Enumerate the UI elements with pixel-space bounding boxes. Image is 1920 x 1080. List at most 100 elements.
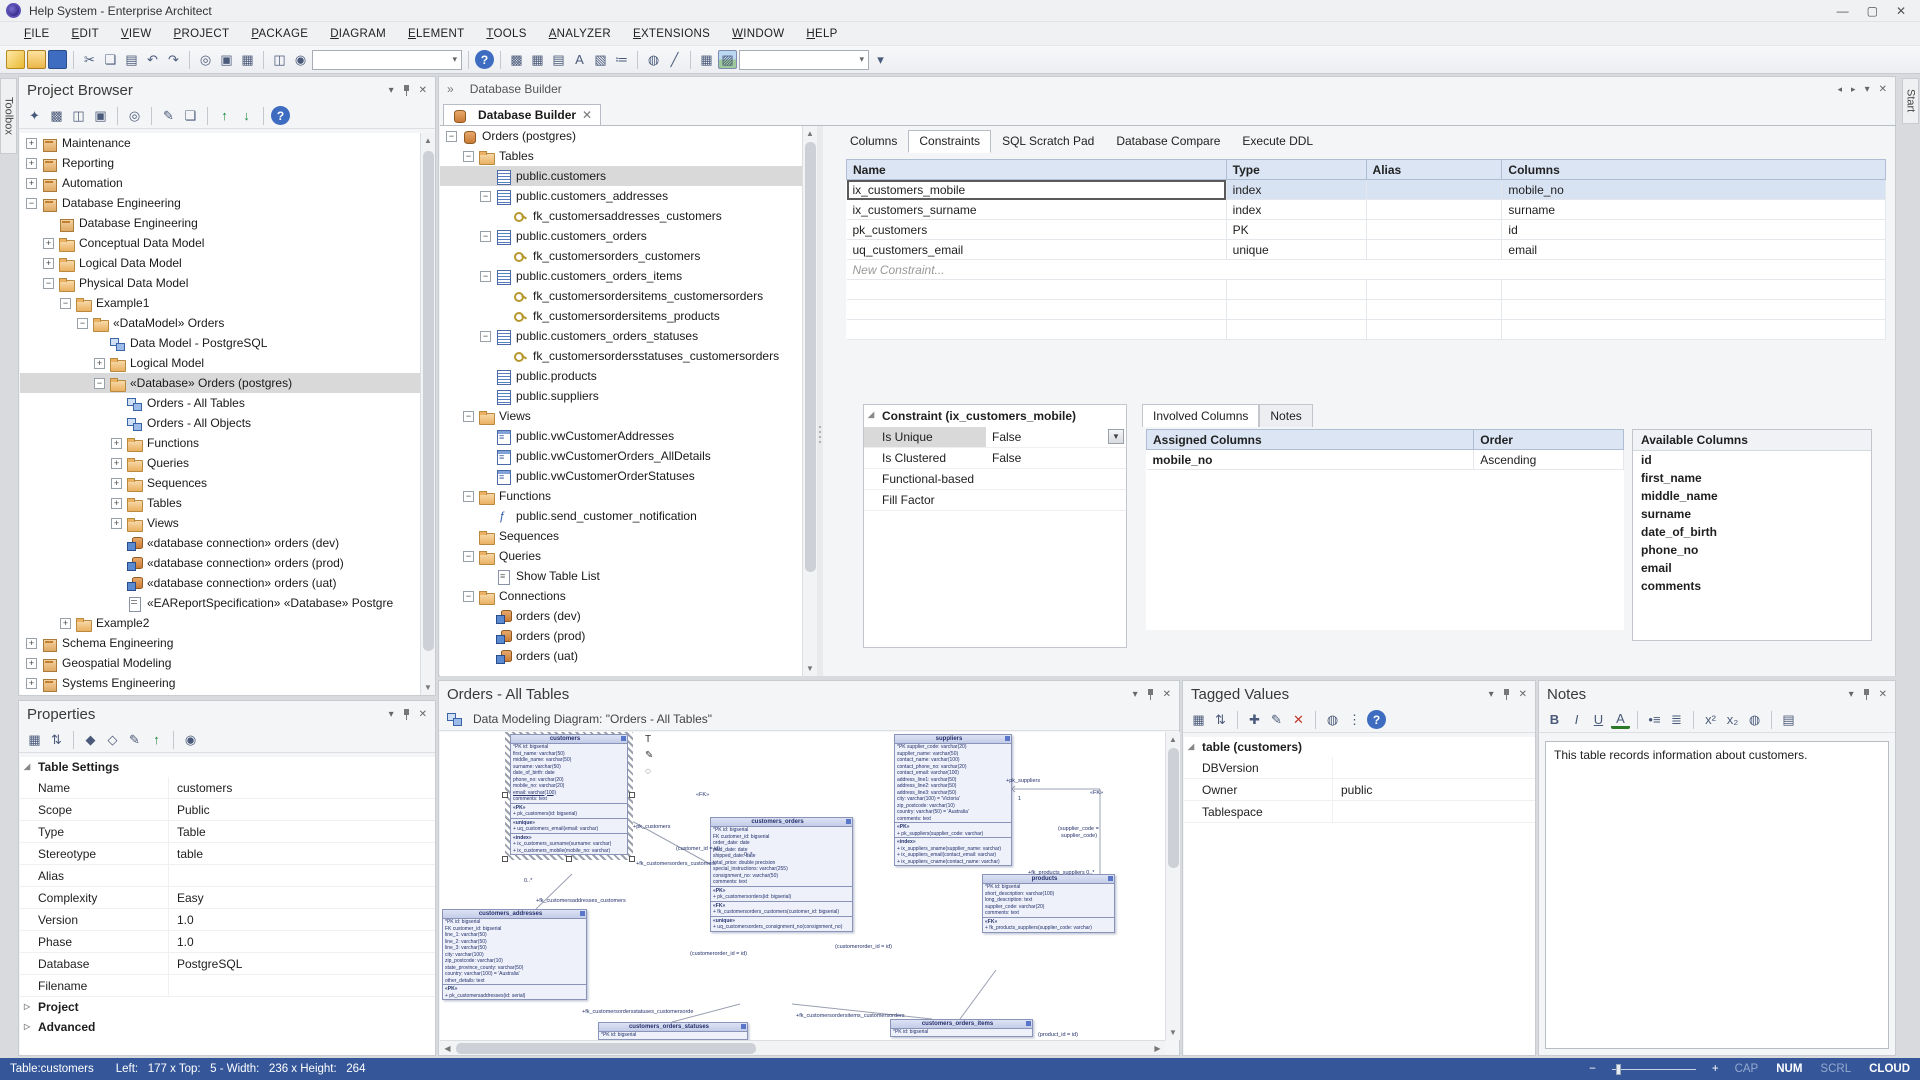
tree-expander-icon[interactable]: + (111, 478, 122, 489)
tree-expander-icon[interactable]: − (60, 298, 71, 309)
project-tree-item[interactable]: +Sequences (20, 473, 420, 493)
numbered-list-button[interactable]: ≣ (1667, 710, 1686, 729)
entity-customers_addresses[interactable]: customers_addresses*PK id: bigserialFK c… (442, 909, 587, 1000)
project-tree-item[interactable]: Data Model - PostgreSQL (20, 333, 420, 353)
available-column-item[interactable]: date_of_birth (1633, 523, 1871, 541)
copy-icon[interactable]: ❏ (101, 50, 120, 69)
tree-expander-icon[interactable]: + (111, 438, 122, 449)
element-icon[interactable]: ◇ (103, 730, 122, 749)
pencil-tool-icon[interactable]: ✎ (645, 750, 653, 761)
subtab-involved-columns[interactable]: Involved Columns (1142, 404, 1259, 427)
available-column-item[interactable]: first_name (1633, 469, 1871, 487)
project-tree-item[interactable]: +Tables (20, 493, 420, 513)
paste-icon[interactable]: ▤ (122, 50, 141, 69)
project-tree-item[interactable]: Database Engineering (20, 213, 420, 233)
close-panel-icon[interactable]: ✕ (1879, 84, 1887, 95)
zoom-tool-icon[interactable]: ◌ (645, 766, 651, 777)
menu-element[interactable]: ELEMENT (398, 25, 474, 43)
tree-expander-icon[interactable]: + (26, 158, 37, 169)
superscript-button[interactable]: x² (1701, 710, 1720, 729)
font-color-button[interactable]: A (1611, 710, 1630, 729)
underline-button[interactable]: U (1589, 710, 1608, 729)
new-constraint-row[interactable]: New Constraint... (847, 260, 1886, 280)
undo-icon[interactable]: ↶ (143, 50, 162, 69)
new-package-icon[interactable]: ▩ (507, 50, 526, 69)
tree-expander-icon[interactable]: + (26, 658, 37, 669)
tree-expander-icon[interactable]: − (480, 271, 491, 282)
dbb-tree-item[interactable]: −Connections (440, 586, 802, 606)
panel-menu-icon[interactable]: ▾ (389, 85, 394, 96)
tree-expander-icon[interactable]: − (463, 151, 474, 162)
dbb-tree-item[interactable]: public.suppliers (440, 386, 802, 406)
close-tab-icon[interactable]: ✕ (582, 108, 592, 122)
close-panel-icon[interactable]: ✕ (419, 85, 427, 96)
tab-sql-scratch-pad[interactable]: SQL Scratch Pad (991, 130, 1105, 153)
selection-handle[interactable] (629, 856, 635, 862)
find-icon[interactable]: ◎ (196, 50, 215, 69)
bold-button[interactable]: B (1545, 710, 1564, 729)
project-browser-scrollbar[interactable]: ▲ ▼ (420, 133, 435, 695)
sort-az-icon[interactable]: ⇅ (1211, 710, 1230, 729)
tree-expander-icon[interactable]: − (463, 551, 474, 562)
dbb-tree-item[interactable]: −Orders (postgres) (440, 126, 802, 146)
panel-menu-icon[interactable]: ▾ (1489, 689, 1494, 700)
new-window-icon[interactable]: ▣ (217, 50, 236, 69)
project-tree-item[interactable]: +Views (20, 513, 420, 533)
project-tree-item[interactable]: −«DataModel» Orders (20, 313, 420, 333)
menu-extensions[interactable]: EXTENSIONS (623, 25, 720, 43)
project-tree-item[interactable]: +Functions (20, 433, 420, 453)
available-column-item[interactable]: phone_no (1633, 541, 1871, 559)
menu-file[interactable]: FILE (14, 25, 60, 43)
text-tool-icon[interactable]: T (645, 734, 651, 745)
status-toggle-cloud[interactable]: CLOUD (1869, 1063, 1910, 1075)
dbb-tree-item[interactable]: −public.customers_orders_statuses (440, 326, 802, 346)
status-toggle-cap[interactable]: CAP (1735, 1063, 1759, 1075)
nav-back-icon[interactable]: ◂ (1838, 84, 1843, 95)
new-diagram-icon[interactable]: ◫ (69, 106, 88, 125)
pin-icon[interactable] (403, 85, 410, 96)
categorized-icon[interactable]: ▦ (1189, 710, 1208, 729)
pin-icon[interactable] (1863, 689, 1870, 700)
project-tree-item[interactable]: «database connection» orders (dev) (20, 533, 420, 553)
tab-execute-ddl[interactable]: Execute DDL (1231, 130, 1324, 153)
open-project-icon[interactable] (27, 50, 46, 69)
tree-expander-icon[interactable]: + (43, 258, 54, 269)
move-down-icon[interactable]: ↓ (237, 106, 256, 125)
tree-expander-icon[interactable]: − (43, 278, 54, 289)
edit-properties-icon[interactable]: ✎ (125, 730, 144, 749)
edit-tag-icon[interactable]: ✎ (1267, 710, 1286, 729)
dbb-tree-item[interactable]: public.send_customer_notification (440, 506, 802, 526)
new-file-icon[interactable] (6, 50, 25, 69)
dbb-tree-item[interactable]: −public.customers_orders (440, 226, 802, 246)
entity-products[interactable]: products*PK id: bigserialshort_descripti… (982, 874, 1115, 933)
categorized-icon[interactable]: ▦ (25, 730, 44, 749)
menu-help[interactable]: HELP (796, 25, 847, 43)
constraint-property-row[interactable]: Fill Factor (864, 490, 1126, 511)
hyperlink-icon[interactable]: ◍ (644, 50, 663, 69)
project-tree-item[interactable]: Orders - All Objects (20, 413, 420, 433)
entity-customers[interactable]: customers*PK id: bigserialfirst_name: va… (510, 734, 628, 855)
dbb-tree-item[interactable]: public.vwCustomerOrders_AllDetails (440, 446, 802, 466)
project-tree-item[interactable]: «database connection» orders (prod) (20, 553, 420, 573)
column-header-name[interactable]: Name (847, 160, 1227, 180)
menu-package[interactable]: PACKAGE (241, 25, 318, 43)
tree-expander-icon[interactable]: + (111, 518, 122, 529)
dbb-tree-item[interactable]: orders (prod) (440, 626, 802, 646)
project-tree-item[interactable]: +Reporting (20, 153, 420, 173)
new-note-button[interactable]: ▤ (1779, 710, 1798, 729)
package-browser-icon[interactable]: ◫ (270, 50, 289, 69)
tree-expander-icon[interactable]: + (60, 618, 71, 629)
dbb-tree-item[interactable]: Show Table List (440, 566, 802, 586)
tree-expander-icon[interactable]: + (94, 358, 105, 369)
project-tree-item[interactable]: +Logical Model (20, 353, 420, 373)
zoom-out-button[interactable]: − (1589, 1063, 1596, 1075)
dbb-tree-item[interactable]: −Tables (440, 146, 802, 166)
project-tree-item[interactable]: Orders - All Tables (20, 393, 420, 413)
close-button[interactable]: ✕ (1896, 4, 1906, 18)
image-icon[interactable]: ▧ (591, 50, 610, 69)
stereotype-icon[interactable]: ◆ (81, 730, 100, 749)
panel-menu-icon[interactable]: ▾ (1865, 84, 1870, 95)
new-element-icon[interactable]: ▣ (91, 106, 110, 125)
property-row[interactable]: Version1.0 (20, 909, 435, 931)
menu-diagram[interactable]: DIAGRAM (320, 25, 396, 43)
